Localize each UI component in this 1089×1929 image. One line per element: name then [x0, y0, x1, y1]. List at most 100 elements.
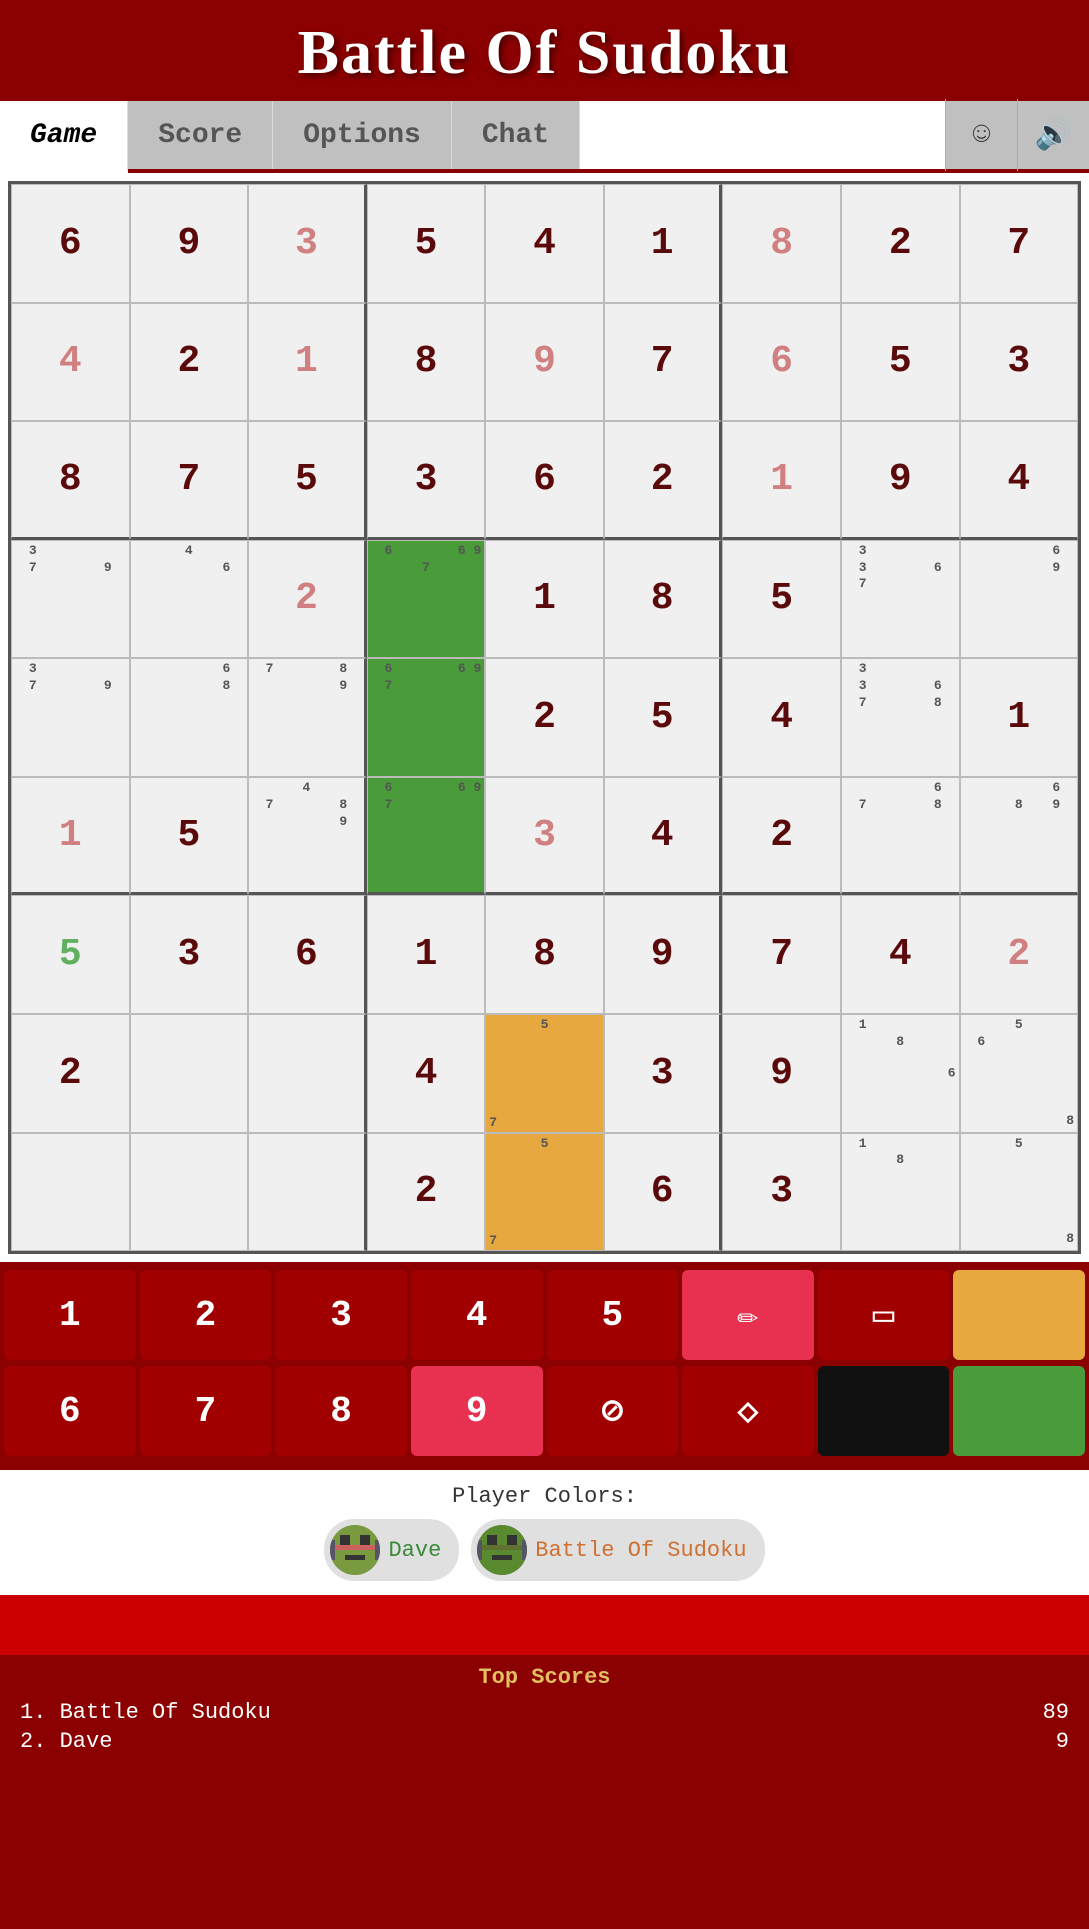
cell-6-1[interactable]: 3: [130, 895, 249, 1014]
cell-6-3[interactable]: 1: [367, 895, 486, 1014]
cell-5-5[interactable]: 4: [604, 777, 723, 896]
cell-2-3[interactable]: 3: [367, 421, 486, 540]
cell-3-0[interactable]: 379: [11, 540, 130, 659]
toolbar-btn-r1-2[interactable]: 3: [275, 1270, 407, 1360]
cell-1-4[interactable]: 9: [485, 303, 604, 422]
toolbar-btn-r1-0[interactable]: 1: [4, 1270, 136, 1360]
player-chip-1[interactable]: Battle Of Sudoku: [471, 1519, 764, 1581]
cell-4-2[interactable]: 789: [248, 658, 367, 777]
toolbar-btn-r1-7[interactable]: [953, 1270, 1085, 1360]
cell-2-4[interactable]: 6: [485, 421, 604, 540]
cell-7-0[interactable]: 2: [11, 1014, 130, 1133]
cell-6-8[interactable]: 2: [960, 895, 1079, 1014]
cell-3-2[interactable]: 2: [248, 540, 367, 659]
cell-0-8[interactable]: 7: [960, 184, 1079, 303]
cell-8-3[interactable]: 2: [367, 1133, 486, 1252]
cell-5-6[interactable]: 2: [722, 777, 841, 896]
cell-8-6[interactable]: 3: [722, 1133, 841, 1252]
cell-4-1[interactable]: 68: [130, 658, 249, 777]
cell-2-2[interactable]: 5: [248, 421, 367, 540]
cell-8-1[interactable]: [130, 1133, 249, 1252]
cell-5-4[interactable]: 3: [485, 777, 604, 896]
cell-2-6[interactable]: 1: [722, 421, 841, 540]
player-chip-0[interactable]: Dave: [324, 1519, 459, 1581]
cell-0-3[interactable]: 5: [367, 184, 486, 303]
cell-4-7[interactable]: 33678: [841, 658, 960, 777]
toolbar-btn-r1-5[interactable]: ✏: [682, 1270, 814, 1360]
cell-2-1[interactable]: 7: [130, 421, 249, 540]
cell-4-6[interactable]: 4: [722, 658, 841, 777]
cell-1-8[interactable]: 3: [960, 303, 1079, 422]
cell-8-8[interactable]: 58: [960, 1133, 1079, 1252]
cell-7-2[interactable]: [248, 1014, 367, 1133]
cell-7-8[interactable]: 568: [960, 1014, 1079, 1133]
cell-0-1[interactable]: 9: [130, 184, 249, 303]
toolbar-btn-r2-0[interactable]: 6: [4, 1366, 136, 1456]
sound-icon[interactable]: 🔊: [1017, 99, 1089, 171]
cell-4-4[interactable]: 2: [485, 658, 604, 777]
cell-7-4[interactable]: 57: [485, 1014, 604, 1133]
cell-5-8[interactable]: 689: [960, 777, 1079, 896]
cell-8-4[interactable]: 57: [485, 1133, 604, 1252]
cell-3-8[interactable]: 69: [960, 540, 1079, 659]
cell-4-8[interactable]: 1: [960, 658, 1079, 777]
cell-0-5[interactable]: 1: [604, 184, 723, 303]
cell-6-4[interactable]: 8: [485, 895, 604, 1014]
cell-1-1[interactable]: 2: [130, 303, 249, 422]
cell-3-7[interactable]: 3367: [841, 540, 960, 659]
cell-1-7[interactable]: 5: [841, 303, 960, 422]
cell-2-5[interactable]: 2: [604, 421, 723, 540]
cell-3-6[interactable]: 5: [722, 540, 841, 659]
cell-5-0[interactable]: 1: [11, 777, 130, 896]
cell-8-5[interactable]: 6: [604, 1133, 723, 1252]
cell-6-5[interactable]: 9: [604, 895, 723, 1014]
tab-score[interactable]: Score: [128, 101, 273, 169]
cell-7-1[interactable]: [130, 1014, 249, 1133]
cell-5-2[interactable]: 4789: [248, 777, 367, 896]
cell-4-0[interactable]: 379: [11, 658, 130, 777]
cell-6-6[interactable]: 7: [722, 895, 841, 1014]
cell-2-7[interactable]: 9: [841, 421, 960, 540]
toolbar-btn-r2-5[interactable]: ◇: [682, 1366, 814, 1456]
cell-0-7[interactable]: 2: [841, 184, 960, 303]
cell-7-3[interactable]: 4: [367, 1014, 486, 1133]
cell-4-5[interactable]: 5: [604, 658, 723, 777]
toolbar-btn-r1-1[interactable]: 2: [140, 1270, 272, 1360]
cell-4-3[interactable]: 676 9: [367, 658, 486, 777]
tab-game[interactable]: Game: [0, 101, 128, 173]
cell-0-6[interactable]: 8: [722, 184, 841, 303]
toolbar-btn-r1-4[interactable]: 5: [547, 1270, 679, 1360]
cell-5-1[interactable]: 5: [130, 777, 249, 896]
cell-3-5[interactable]: 8: [604, 540, 723, 659]
cell-0-0[interactable]: 6: [11, 184, 130, 303]
cell-5-7[interactable]: 678: [841, 777, 960, 896]
toolbar-btn-r2-6[interactable]: [818, 1366, 950, 1456]
cell-1-5[interactable]: 7: [604, 303, 723, 422]
cell-7-6[interactable]: 9: [722, 1014, 841, 1133]
cell-8-2[interactable]: [248, 1133, 367, 1252]
tab-options[interactable]: Options: [273, 101, 452, 169]
cell-7-5[interactable]: 3: [604, 1014, 723, 1133]
cell-0-4[interactable]: 4: [485, 184, 604, 303]
cell-2-0[interactable]: 8: [11, 421, 130, 540]
emoji-icon[interactable]: ☺: [945, 99, 1017, 171]
cell-8-0[interactable]: [11, 1133, 130, 1252]
toolbar-btn-r2-2[interactable]: 8: [275, 1366, 407, 1456]
cell-5-3[interactable]: 676 9: [367, 777, 486, 896]
tab-chat[interactable]: Chat: [452, 101, 580, 169]
cell-0-2[interactable]: 3: [248, 184, 367, 303]
cell-1-3[interactable]: 8: [367, 303, 486, 422]
cell-2-8[interactable]: 4: [960, 421, 1079, 540]
cell-7-7[interactable]: 186: [841, 1014, 960, 1133]
cell-3-3[interactable]: 676 9: [367, 540, 486, 659]
toolbar-btn-r2-3[interactable]: 9: [411, 1366, 543, 1456]
toolbar-btn-r1-3[interactable]: 4: [411, 1270, 543, 1360]
cell-3-1[interactable]: 46: [130, 540, 249, 659]
cell-6-0[interactable]: 5: [11, 895, 130, 1014]
cell-6-2[interactable]: 6: [248, 895, 367, 1014]
cell-6-7[interactable]: 4: [841, 895, 960, 1014]
cell-8-7[interactable]: 18: [841, 1133, 960, 1252]
cell-1-0[interactable]: 4: [11, 303, 130, 422]
toolbar-btn-r2-4[interactable]: ⊘: [547, 1366, 679, 1456]
cell-1-2[interactable]: 1: [248, 303, 367, 422]
